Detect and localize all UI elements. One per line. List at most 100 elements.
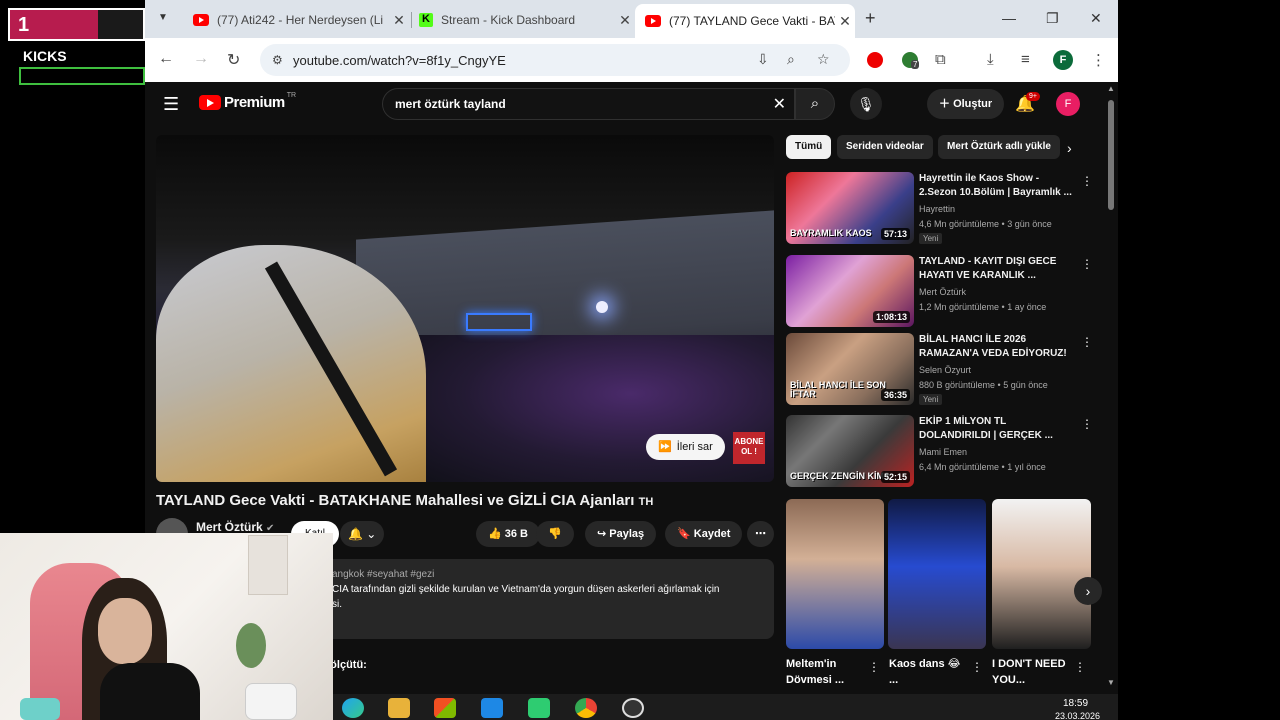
kick-counter-box: 1 [8,8,145,41]
tab-search-icon[interactable]: ▼ [153,8,173,28]
recommendation-title[interactable]: EKİP 1 MİLYON TL DOLANDIRILDI | GERÇEK .… [919,415,1077,443]
new-tab-button[interactable]: + [865,8,876,29]
browser-menu-icon[interactable]: ⋮ [1091,51,1106,69]
restore-icon[interactable]: ❐ [1046,10,1059,27]
more-options-icon[interactable]: ⋮ [1081,335,1093,349]
minimize-icon[interactable]: — [1002,10,1016,26]
adblock-extension-icon[interactable] [867,52,883,68]
recommendation-item[interactable]: BAYRAMLIK KAOS 57:13 Hayrettin ile Kaos … [786,172,1093,246]
close-window-icon[interactable]: ✕ [1090,10,1102,27]
subscribed-bell-button[interactable]: 🔔 ⌄ [340,521,385,547]
recommendation-title[interactable]: Hayrettin ile Kaos Show - 2.Sezon 10.Böl… [919,172,1077,200]
chevron-right-icon[interactable]: › [1067,140,1072,156]
like-button[interactable]: 👍 36 B [476,521,541,547]
close-tab-icon[interactable]: ✕ [615,12,635,29]
bookmark-star-icon[interactable]: ☆ [817,51,830,68]
search-query[interactable]: mert öztürk tayland [395,97,506,111]
youtube-premium-logo[interactable]: Premium TR [199,92,296,111]
recommendation-channel[interactable]: Mami Emen [919,447,967,457]
edge-icon[interactable] [342,698,364,718]
more-options-icon[interactable]: ⋮ [1074,660,1086,674]
short-thumbnail[interactable] [992,499,1091,649]
video-player[interactable]: ⏩ İleri sar ABONE OL ! [156,135,774,482]
page-scrollbar[interactable]: ▲ ▼ [1104,82,1118,720]
more-options-icon[interactable]: ⋮ [868,660,880,674]
chip-series[interactable]: Seriden videolar [837,135,933,159]
forward-icon[interactable]: → [193,50,209,68]
tab-kick-dashboard[interactable]: Stream - Kick Dashboard ✕ [409,6,635,34]
recommendation-item[interactable]: GERÇEK ZENGİN KİM? 52:15 EKİP 1 MİLYON T… [786,415,1093,489]
video-thumbnail[interactable]: BİLAL HANCI İLE SON İFTAR 36:35 [786,333,914,405]
save-button[interactable]: 🔖 Kaydet [665,521,743,547]
video-frame-light [596,301,608,313]
recommendation-channel[interactable]: Hayrettin [919,204,955,214]
recommendation-title[interactable]: TAYLAND - KAYIT DIŞI GECE HAYATI VE KARA… [919,255,1077,283]
skip-forward-button[interactable]: ⏩ İleri sar [646,434,725,460]
more-options-icon[interactable]: ⋮ [971,660,983,674]
share-button[interactable]: ↪ Paylaş [585,521,657,547]
close-tab-icon[interactable]: ✕ [389,12,409,29]
video-thumbnail[interactable]: GERÇEK ZENGİN KİM? 52:15 [786,415,914,487]
store-icon[interactable] [434,698,456,718]
save-label: Kaydet [693,528,731,540]
install-app-icon[interactable]: ⇩ [757,51,769,68]
tab-ati242[interactable]: (77) Ati242 - Her Nerdeysen (Li ✕ [183,6,409,34]
mail-icon[interactable] [481,698,503,718]
search-button[interactable]: ⌕ [795,88,835,120]
scroll-thumb[interactable] [1108,100,1114,210]
logo-text: Premium [224,94,285,111]
media-control-icon[interactable]: ≡ [1021,51,1030,68]
recommendation-item[interactable]: 1:08:13 TAYLAND - KAYIT DIŞI GECE HAYATI… [786,255,1093,329]
site-info-icon[interactable]: ⚙ [272,53,283,67]
thumbnail-caption: GERÇEK ZENGİN KİM? [790,471,890,481]
recommendation-item[interactable]: BİLAL HANCI İLE SON İFTAR 36:35 BİLAL HA… [786,333,1093,407]
short-thumbnail[interactable] [888,499,986,649]
chip-channel-uploads[interactable]: Mert Öztürk adlı yükle [938,135,1060,159]
puzzle-icon[interactable]: ⧉ [935,51,946,68]
url-text[interactable]: youtube.com/watch?v=8f1y_CngyYE [293,53,506,68]
short-title[interactable]: I DON'T NEED YOU... [992,656,1072,688]
more-options-icon[interactable]: ⋮ [1081,257,1093,271]
shorts-next-icon[interactable]: › [1074,577,1102,605]
dislike-button[interactable]: 👎 [536,521,574,547]
download-icon[interactable]: ⤓ [987,51,994,68]
recommendation-title[interactable]: BİLAL HANCI İLE 2026 RAMAZAN'A VEDA EDİY… [919,333,1077,361]
clear-search-icon[interactable]: ✕ [773,94,786,114]
scroll-up-icon[interactable]: ▲ [1107,84,1115,93]
scroll-down-icon[interactable]: ▼ [1107,678,1115,687]
video-thumbnail[interactable]: BAYRAMLIK KAOS 57:13 [786,172,914,244]
search-input[interactable]: mert öztürk tayland ✕ [382,88,795,120]
chrome-icon[interactable] [575,698,597,718]
zoom-icon[interactable]: ⌕ [787,51,795,68]
video-thumbnail[interactable]: 1:08:13 [786,255,914,327]
mic-icon[interactable]: 🎙 [850,88,882,120]
create-label: Oluştur [953,98,993,110]
channel-name[interactable]: Mert Öztürk ✔ [196,520,274,534]
more-options-icon[interactable]: ⋮ [1081,174,1093,188]
short-title[interactable]: Kaos dans 😂 ... [889,656,969,688]
create-button[interactable]: ＋ Oluştur [927,89,1005,119]
subscribe-overlay-badge[interactable]: ABONE OL ! [733,432,765,464]
tab-tayland-video[interactable]: (77) TAYLAND Gece Vakti - BATA ✕ [635,4,855,38]
address-bar[interactable]: ⚙ youtube.com/watch?v=8f1y_CngyYE ⇩ ⌕ ☆ [260,44,850,76]
short-title[interactable]: Meltem'in Dövmesi ... [786,656,866,688]
more-options-icon[interactable]: ⋮ [1081,417,1093,431]
webcam-device [245,683,297,720]
profile-avatar[interactable]: F [1053,50,1073,70]
duration-badge: 57:13 [880,228,910,240]
file-explorer-icon[interactable] [388,698,410,718]
app-icon[interactable] [528,698,550,718]
chip-all[interactable]: Tümü [786,135,832,159]
new-badge: Yeni [919,394,943,405]
obs-icon[interactable] [622,698,644,718]
close-tab-icon[interactable]: ✕ [835,13,855,30]
menu-icon[interactable]: ☰ [163,94,179,115]
recommendation-channel[interactable]: Selen Özyurt [919,365,971,375]
account-avatar[interactable]: F [1056,92,1080,116]
back-icon[interactable]: ← [158,50,174,68]
more-actions-button[interactable]: ⋯ [747,521,774,547]
short-thumbnail[interactable] [786,499,884,649]
recommendation-meta: 880 B görüntüleme • 5 gün önce [919,380,1048,390]
reload-icon[interactable]: ↻ [227,50,240,70]
recommendation-channel[interactable]: Mert Öztürk [919,287,966,297]
